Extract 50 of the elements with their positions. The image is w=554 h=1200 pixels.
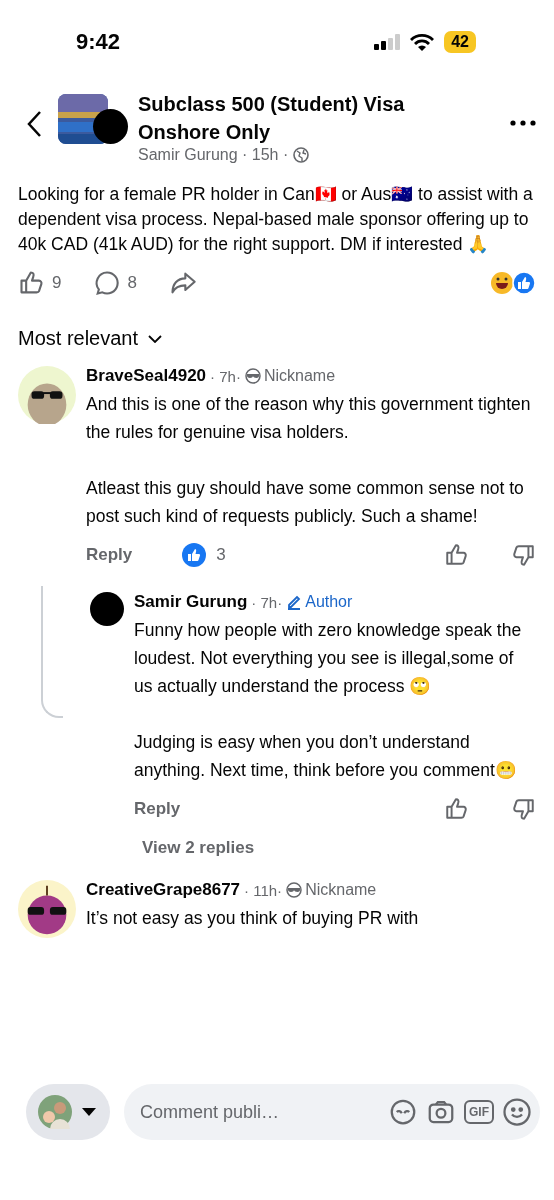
emoji-icon[interactable]	[502, 1097, 532, 1127]
sunglasses-icon	[244, 368, 261, 384]
avatar-sticker-icon[interactable]	[388, 1097, 418, 1127]
comment-text: And this is one of the reason why this government tighten the rules for genuine visa holders.	[86, 393, 532, 444]
chevron-down-icon	[148, 334, 163, 343]
comment-time: · 7h·	[251, 593, 283, 611]
reply-button[interactable]: Reply	[134, 799, 181, 819]
comment-text: Funny how people with zero knowledge speak the loudest. Not everything you see is illegal,some of us actually understand the process 🙄	[134, 619, 523, 698]
gif-button[interactable]: GIF	[464, 1100, 494, 1124]
badge-label: Author	[305, 593, 353, 611]
signal-icon	[374, 34, 401, 50]
reaction-count: 3	[216, 545, 226, 565]
commenter-name[interactable]: CreativeGrape8677	[86, 880, 241, 900]
caret-icon	[82, 1108, 96, 1116]
sort-dropdown[interactable]: Most relevant	[18, 327, 163, 350]
like-reaction-icon	[182, 543, 207, 567]
commenter-name[interactable]: BraveSeal4920	[86, 366, 207, 386]
wifi-icon	[410, 33, 435, 51]
comment-text: Atleast this guy should have some common sense not to post such kind of requests publicly. Such a shame!	[86, 477, 525, 528]
reactions-icon	[490, 271, 536, 295]
blank-avatar	[90, 592, 124, 626]
status-time: 9:42	[76, 29, 121, 55]
comment-button[interactable]	[93, 269, 122, 297]
globe-icon	[293, 147, 310, 163]
profile-switcher[interactable]	[26, 1084, 110, 1140]
post-text: Looking for a female PR holder in Can🇨🇦 or Aus🇦🇺 to assist with a dependent visa process. Nepal-based male sponsor offering up to 40k CAD (41k AUD) for the right support. DM if interested 🙏	[18, 183, 534, 256]
badge-label: Nickname	[263, 367, 336, 385]
group-name[interactable]: Subclass 500 (Student) Visa Onshore Only	[138, 90, 438, 146]
thumbs-down-icon[interactable]	[510, 796, 536, 822]
thumbs-up-icon[interactable]	[444, 796, 470, 822]
reply-button[interactable]: Reply	[86, 545, 133, 565]
post-meta: Samir Gurung · 15h ·	[138, 146, 289, 164]
pencil-icon	[286, 594, 303, 610]
like-count: 9	[52, 273, 62, 293]
thumbs-up-icon[interactable]	[444, 542, 470, 568]
comment-text: It’s not easy as you think of buying PR with	[86, 907, 420, 930]
grape-avatar	[18, 880, 76, 938]
comment-field[interactable]: Comment publi… GIF	[124, 1084, 540, 1140]
seal-avatar	[18, 366, 76, 424]
comment-count: 8	[127, 273, 137, 293]
thumbs-down-icon[interactable]	[510, 542, 536, 568]
commenter-name[interactable]: Samir Gurung	[134, 592, 248, 612]
view-replies-link[interactable]: View 2 replies	[142, 838, 255, 858]
badge-label: Nickname	[305, 881, 377, 899]
sunglasses-icon	[286, 882, 303, 898]
profile-dot	[93, 109, 128, 144]
comment-text: Judging is easy when you don’t understand anything. Next time, think before you comment😬	[134, 731, 518, 782]
comment-time: · 7h·	[210, 367, 241, 385]
comment-time: · 11h·	[244, 881, 283, 899]
battery-level: 42	[444, 31, 476, 53]
